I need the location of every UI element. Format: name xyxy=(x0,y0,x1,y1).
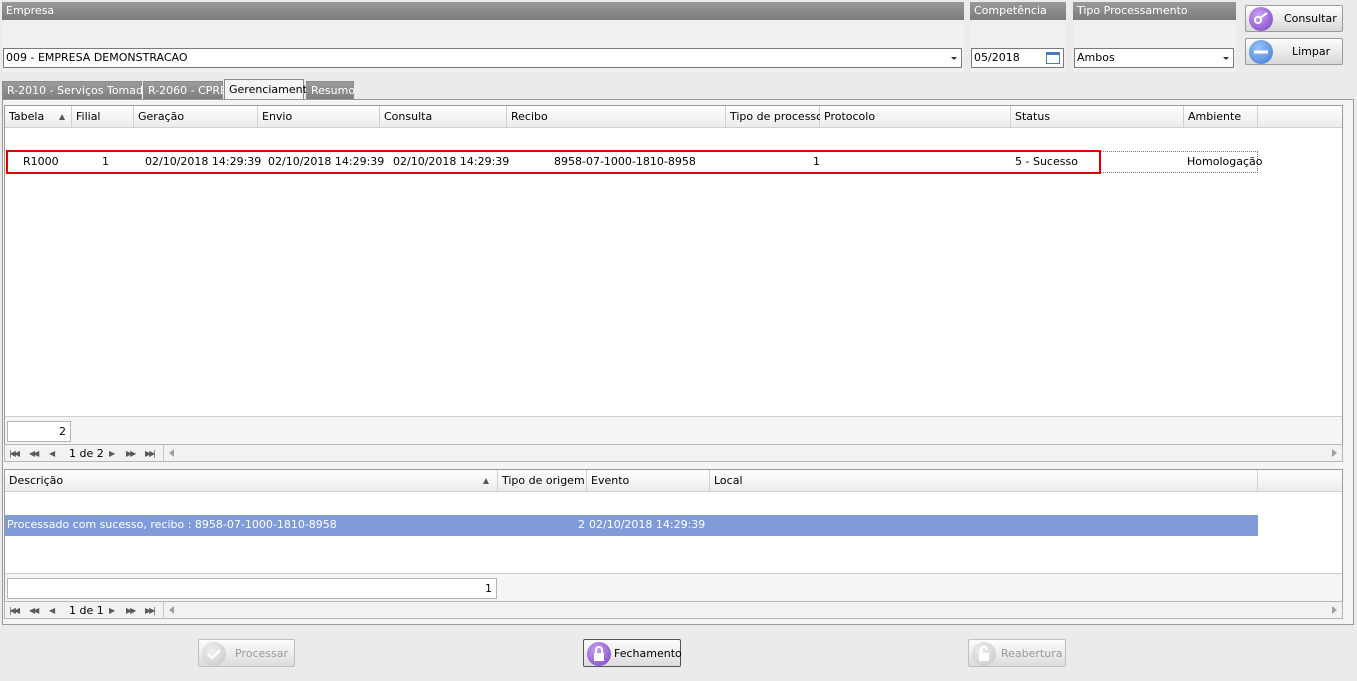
col-evento[interactable]: Evento xyxy=(587,470,710,492)
tipo-processamento-header: Tipo Processamento xyxy=(1073,2,1236,20)
fechamento-label: Fechamento xyxy=(614,647,682,660)
grid2-hscroll[interactable] xyxy=(163,602,1342,618)
prev-page-icon[interactable]: ◀ xyxy=(49,606,55,615)
first-page-icon[interactable]: |◀◀ xyxy=(9,606,20,615)
grid1-pager: |◀◀ ◀◀ ◀ 1 de 2 ▶ ▶▶ ▶▶| xyxy=(4,444,1343,462)
tab-r2060[interactable]: R-2060 - CPRB xyxy=(143,81,228,99)
processar-label: Processar xyxy=(235,647,288,660)
next-page-icon[interactable]: ▶ xyxy=(109,606,115,615)
col-recibo[interactable]: Recibo xyxy=(507,106,726,128)
chevron-down-icon xyxy=(1223,57,1229,60)
grid2-footer: 1 xyxy=(5,573,1342,601)
col-tipo-processo[interactable]: Tipo de processo xyxy=(726,106,823,128)
col-status[interactable]: Status xyxy=(1011,106,1184,128)
tipo-processamento-select[interactable]: Ambos xyxy=(1074,48,1234,68)
consultar-label: Consultar xyxy=(1284,12,1337,25)
col-envio[interactable]: Envio xyxy=(258,106,380,128)
col-filial[interactable]: Filial xyxy=(72,106,134,128)
scroll-right-icon[interactable] xyxy=(1332,606,1337,614)
grid1-count: 2 xyxy=(7,421,71,442)
scroll-left-icon[interactable] xyxy=(169,606,174,614)
next-fast-icon[interactable]: ▶▶ xyxy=(126,449,136,458)
gerenciamento-grid: Tabela Filial Geração Envio Consulta Rec… xyxy=(4,105,1343,445)
grid1-page-indicator: 1 de 2 xyxy=(69,447,104,460)
calendar-icon[interactable] xyxy=(1046,52,1060,64)
tab-resumo[interactable]: Resumo xyxy=(306,81,355,99)
col-filler xyxy=(1258,106,1342,128)
grid1-hscroll[interactable] xyxy=(163,445,1342,461)
reabertura-button[interactable]: Reabertura xyxy=(968,639,1066,667)
cell-descricao: Processado com sucesso, recibo : 8958-07… xyxy=(7,518,337,531)
col-local[interactable]: Local xyxy=(710,470,1258,492)
empresa-select-value: 009 - EMPRESA DEMONSTRACAO xyxy=(6,51,188,64)
lock-icon xyxy=(587,642,611,666)
tipo-processamento-value: Ambos xyxy=(1077,51,1115,64)
minus-icon xyxy=(1249,40,1273,64)
tab-gerenciamento[interactable]: Gerenciamento xyxy=(224,79,314,100)
row-highlight-box xyxy=(6,150,1101,174)
check-icon xyxy=(202,642,226,666)
reabertura-label: Reabertura xyxy=(1001,647,1063,660)
competencia-header: Competência xyxy=(970,2,1066,20)
next-fast-icon[interactable]: ▶▶ xyxy=(126,606,136,615)
tab-r2010[interactable]: R-2010 - Serviços Tomados xyxy=(2,81,155,99)
consultar-button[interactable]: Consultar xyxy=(1245,5,1343,32)
unlock-icon xyxy=(972,642,996,666)
fechamento-button[interactable]: Fechamento xyxy=(583,639,682,667)
col-geracao[interactable]: Geração xyxy=(134,106,258,128)
prev-fast-icon[interactable]: ◀◀ xyxy=(29,449,39,458)
cell-tipo-origem: 2 xyxy=(578,518,585,531)
limpar-button[interactable]: Limpar xyxy=(1245,38,1343,65)
prev-fast-icon[interactable]: ◀◀ xyxy=(29,606,39,615)
next-page-icon[interactable]: ▶ xyxy=(109,449,115,458)
empresa-header: Empresa xyxy=(2,2,964,20)
col-consulta[interactable]: Consulta xyxy=(380,106,507,128)
grid2-count: 1 xyxy=(7,578,497,599)
table-row[interactable]: Processado com sucesso, recibo : 8958-07… xyxy=(5,515,1258,536)
cell-evento: 02/10/2018 14:29:39 xyxy=(589,518,706,531)
empresa-select[interactable]: 009 - EMPRESA DEMONSTRACAO xyxy=(3,48,962,68)
col-ambiente[interactable]: Ambiente xyxy=(1184,106,1258,128)
grid1-footer: 2 xyxy=(5,416,1342,444)
scroll-left-icon[interactable] xyxy=(169,449,174,457)
chevron-down-icon xyxy=(951,57,957,60)
limpar-label: Limpar xyxy=(1292,45,1331,58)
first-page-icon[interactable]: |◀◀ xyxy=(9,449,20,458)
competencia-value: 05/2018 xyxy=(974,51,1020,64)
col-descricao[interactable]: Descrição xyxy=(5,470,498,492)
last-page-icon[interactable]: ▶▶| xyxy=(145,449,156,458)
cell-ambiente: Homologação xyxy=(1187,155,1263,168)
col-tipo-origem[interactable]: Tipo de origem xyxy=(498,470,587,492)
grid2-page-indicator: 1 de 1 xyxy=(69,604,104,617)
col-filler xyxy=(1258,470,1342,492)
prev-page-icon[interactable]: ◀ xyxy=(49,449,55,458)
key-icon xyxy=(1249,7,1273,31)
col-tabela[interactable]: Tabela xyxy=(5,106,72,128)
col-protocolo[interactable]: Protocolo xyxy=(820,106,1011,128)
competencia-input[interactable]: 05/2018 xyxy=(971,48,1064,68)
grid2-pager: |◀◀ ◀◀ ◀ 1 de 1 ▶ ▶▶ ▶▶| xyxy=(4,601,1343,619)
sort-asc-icon xyxy=(483,478,489,484)
log-grid: Descrição Tipo de origem Evento Local Pr… xyxy=(4,469,1343,601)
scroll-right-icon[interactable] xyxy=(1332,449,1337,457)
sort-asc-icon xyxy=(59,114,65,120)
processar-button[interactable]: Processar xyxy=(198,639,295,667)
last-page-icon[interactable]: ▶▶| xyxy=(145,606,156,615)
